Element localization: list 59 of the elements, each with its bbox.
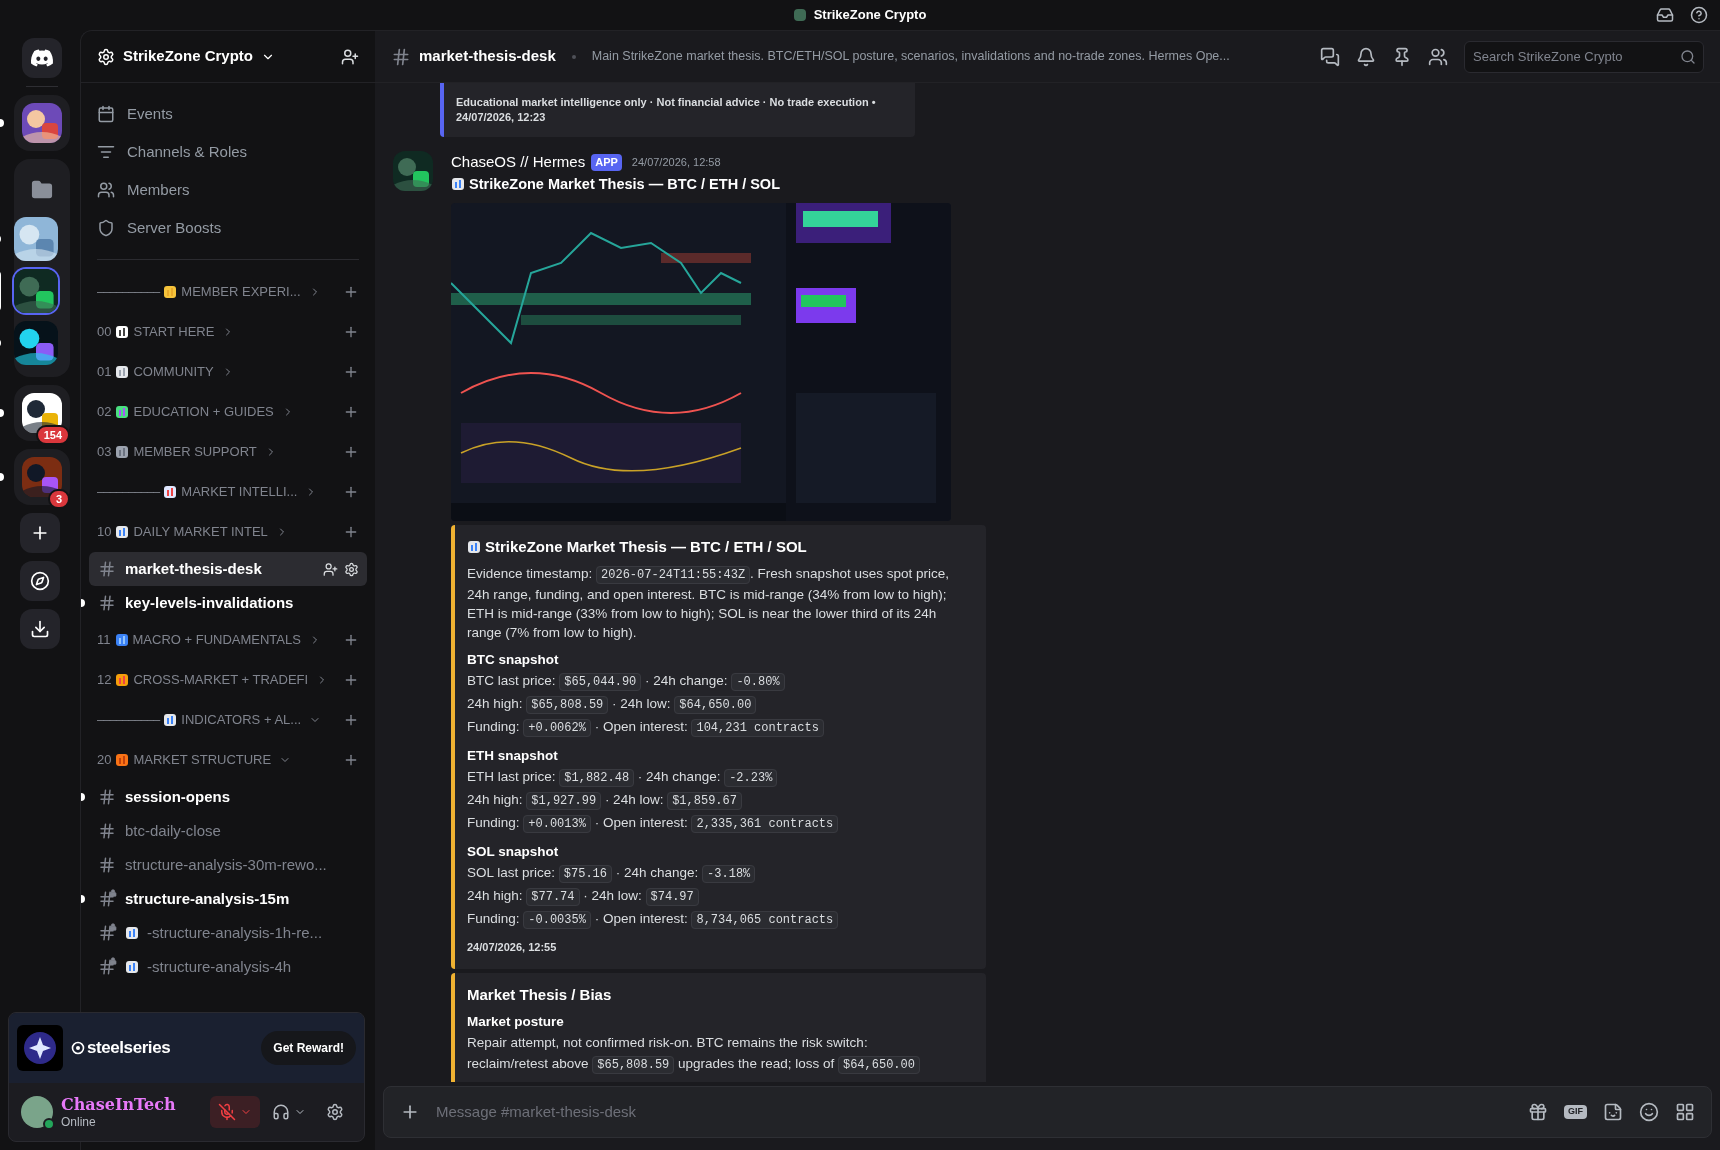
nav-item[interactable]: Server Boosts bbox=[89, 209, 367, 247]
nav-item[interactable]: Channels & Roles bbox=[89, 133, 367, 171]
channel-item[interactable]: session-opens bbox=[89, 780, 367, 814]
embed-line: 24h high: $65,808.59 · 24h low: $64,650.00 bbox=[467, 694, 974, 716]
gif-button[interactable]: GIF bbox=[1564, 1105, 1587, 1119]
message-title: StrikeZone Market Thesis — BTC / ETH / SOL bbox=[451, 173, 986, 196]
category-header[interactable]: 11 MACRO + FUNDAMENTALS bbox=[97, 630, 343, 650]
embed-line: 24h high: $1,927.99 · 24h low: $1,859.67 bbox=[467, 790, 974, 812]
category-header[interactable]: 20 MARKET STRUCTURE bbox=[97, 750, 343, 770]
nav-item[interactable]: Events bbox=[89, 95, 367, 133]
message-time: 24/07/2026, 12:58 bbox=[631, 155, 721, 170]
embed-line: SOL last price: $75.16 · 24h change: -3.18% bbox=[467, 863, 974, 885]
nav-item[interactable]: Members bbox=[89, 171, 367, 209]
get-reward-button[interactable]: Get Reward! bbox=[261, 1031, 356, 1065]
username: ChaseInTech bbox=[61, 1094, 176, 1115]
channel-item[interactable]: structure-analysis-15m bbox=[89, 882, 367, 916]
embed-line: BTC last price: $65,044.90 · 24h change: -0.80% bbox=[467, 671, 974, 693]
embed-line: reclaim/retest above $65,808.59 upgrades the read; loss of $64,650.00 bbox=[467, 1054, 974, 1076]
category-header[interactable]: –––––––––– INDICATORS + AL... bbox=[97, 710, 343, 730]
section-heading: BTC snapshot bbox=[467, 651, 560, 670]
message-composer[interactable]: Message #market-thesis-desk GIF bbox=[383, 1086, 1712, 1138]
channel-item[interactable]: key-levels-invalidations bbox=[89, 586, 367, 620]
embed-line: ETH last price: $1,882.48 · 24h change: -2.23% bbox=[467, 767, 974, 789]
category-header[interactable]: 10 DAILY MARKET INTEL bbox=[97, 522, 343, 542]
user-status: Online bbox=[61, 1114, 97, 1130]
embed-footer: Educational market intelligence only · Not financial advice · No trade execution • 24/07/2026, 12:23 bbox=[456, 96, 876, 123]
channel-item[interactable]: market-thesis-desk bbox=[89, 552, 367, 586]
category-header[interactable]: 03 MEMBER SUPPORT bbox=[97, 442, 343, 462]
server-name-button[interactable]: StrikeZone Crypto bbox=[97, 45, 276, 68]
embed-footer: 24/07/2026, 12:55 bbox=[467, 938, 974, 958]
embed-line: Repair attempt, not confirmed risk-on. BTC remains the risk switch: bbox=[467, 1034, 869, 1053]
brand-logo: steelseries bbox=[87, 1037, 171, 1060]
channel-item[interactable]: -structure-analysis-1h-re... bbox=[89, 916, 367, 950]
section-heading: Market posture bbox=[467, 1013, 565, 1032]
channel-topic: Main StrikeZone market thesis. BTC/ETH/SOL posture, scenarios, invalidations and no-trade zones. Hermes Ope... bbox=[591, 48, 1230, 66]
category-header[interactable]: 12 CROSS-MARKET + TRADEFI bbox=[97, 670, 343, 690]
message-input[interactable]: Message #market-thesis-desk bbox=[436, 1100, 1512, 1124]
app-tag: APP bbox=[591, 154, 622, 171]
search-field[interactable]: Search StrikeZone Crypto bbox=[1464, 40, 1704, 73]
embed-paragraph: Evidence timestamp: 2026-07-24T11:55:43Z . Fresh snapshot uses spot price, 24h range, funding, and open interest. BTC is mid-range (34% from low to high); ETH is mid-range (33% from low to high); SOL is near the lower third of its 24h range (7% from low to high). bbox=[467, 565, 950, 643]
window-title: StrikeZone Crypto bbox=[793, 5, 927, 25]
embed-line: Funding: +0.0062% · Open interest: 104,231 contracts bbox=[467, 717, 974, 739]
category-header[interactable]: 01 COMMUNITY bbox=[97, 362, 343, 382]
channel-item[interactable]: btc-daily-close bbox=[89, 814, 367, 848]
section-heading: ETH snapshot bbox=[467, 747, 559, 766]
author-name: ChaseOS // Hermes bbox=[451, 152, 586, 172]
section-heading: SOL snapshot bbox=[467, 843, 560, 862]
embed-title: StrikeZone Market Thesis — BTC / ETH / SOL bbox=[467, 537, 974, 557]
channel-item[interactable]: structure-analysis-30m-rewo... bbox=[89, 848, 367, 882]
category-header[interactable]: –––––––––– MEMBER EXPERI... bbox=[97, 282, 343, 302]
channel-title: market-thesis-desk bbox=[419, 46, 556, 67]
embed-line: Funding: +0.0013% · Open interest: 2,335,361 contracts bbox=[467, 813, 974, 835]
embed-line: Funding: -0.0035% · Open interest: 8,734,065 contracts bbox=[467, 909, 974, 931]
category-header[interactable]: –––––––––– MARKET INTELLI... bbox=[97, 482, 343, 502]
embed-title: Market Thesis / Bias bbox=[467, 985, 613, 1005]
embed-line: 24h high: $77.74 · 24h low: $74.97 bbox=[467, 886, 974, 908]
category-header[interactable]: 00 START HERE bbox=[97, 322, 343, 342]
channel-item[interactable]: -structure-analysis-4h bbox=[89, 950, 367, 984]
category-header[interactable]: 02 EDUCATION + GUIDES bbox=[97, 402, 343, 422]
